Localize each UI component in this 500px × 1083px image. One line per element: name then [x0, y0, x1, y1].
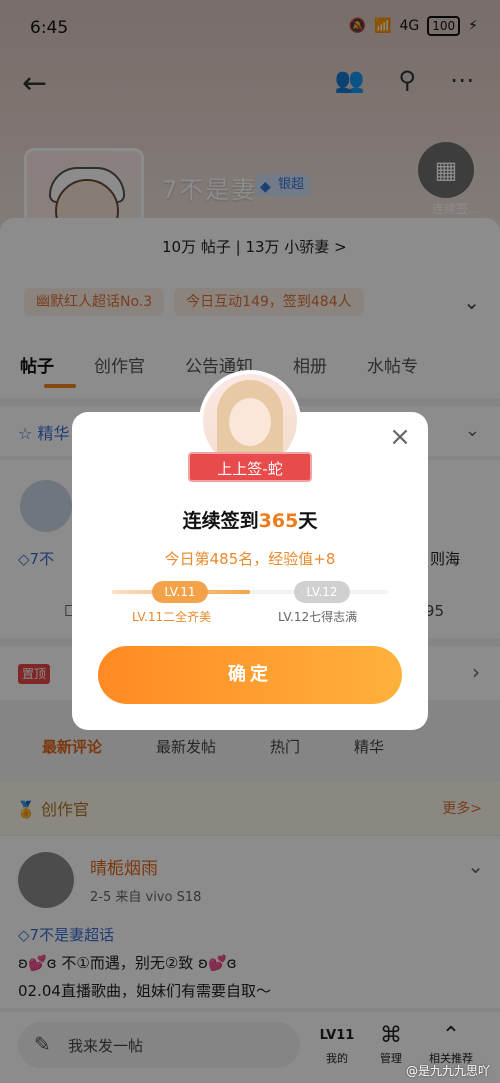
watermark: @是九九九思吖: [405, 1064, 490, 1078]
checkin-days: 365: [258, 510, 299, 532]
level-current-badge: LV.11: [152, 581, 208, 603]
level-current-name: LV.11二全齐美: [132, 610, 212, 624]
confirm-button[interactable]: 确定: [98, 646, 402, 704]
level-next-name: LV.12七得志满: [278, 610, 358, 624]
checkin-title-suffix: 天: [298, 510, 318, 532]
checkin-title-prefix: 连续签到: [182, 510, 259, 532]
checkin-title: 连续签到365天: [72, 506, 428, 533]
level-next-badge: LV.12: [294, 581, 350, 603]
close-icon[interactable]: ×: [388, 424, 412, 450]
fortune-ribbon: 上上签-蛇: [188, 452, 312, 482]
checkin-subtitle: 今日第485名，经验值+8: [164, 550, 336, 568]
checkin-dialog: 上上签-蛇 × 连续签到365天 今日第485名，经验值+8 LV.11 LV.…: [72, 370, 428, 730]
avatar-face: [229, 398, 271, 446]
